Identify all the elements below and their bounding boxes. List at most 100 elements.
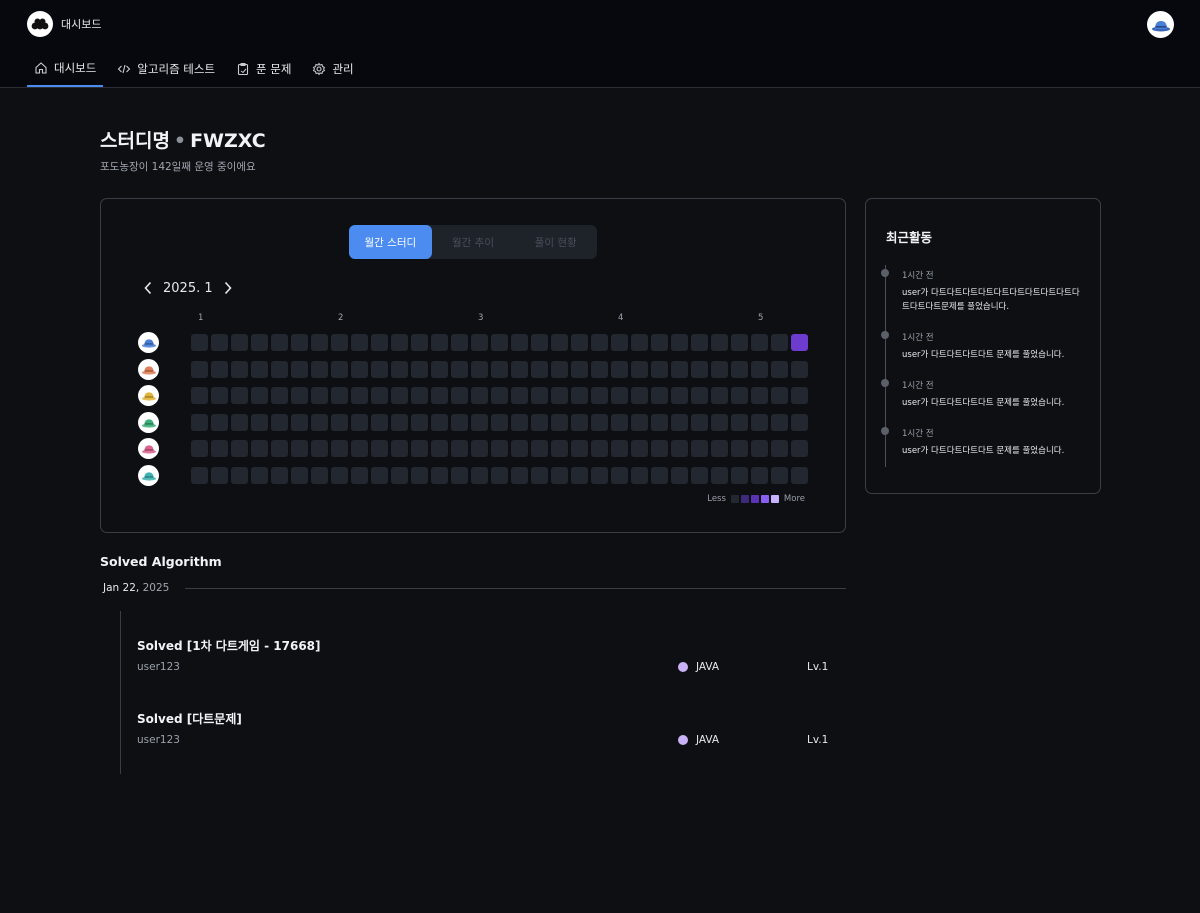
nav-dashboard[interactable]: 대시보드	[27, 50, 104, 87]
heatmap-cell[interactable]	[391, 387, 408, 404]
nav-solved-problems[interactable]: 푼 문제	[229, 50, 298, 87]
heatmap-cell[interactable]	[411, 334, 428, 351]
heatmap-cell[interactable]	[291, 440, 308, 457]
heatmap-cell[interactable]	[651, 360, 668, 378]
brand[interactable]: 대시보드	[27, 11, 101, 37]
heatmap-cell[interactable]	[271, 334, 288, 351]
heatmap-cell[interactable]	[771, 360, 788, 378]
heatmap-cell[interactable]	[511, 440, 528, 457]
heatmap-cell[interactable]	[191, 387, 208, 404]
heatmap-cell[interactable]	[411, 413, 428, 431]
heatmap-cell[interactable]	[551, 466, 568, 484]
heatmap-cell[interactable]	[191, 334, 208, 351]
heatmap-cell[interactable]	[391, 413, 408, 431]
heatmap-cell[interactable]	[491, 360, 508, 378]
heatmap-cell[interactable]	[791, 387, 808, 404]
heatmap-cell[interactable]	[491, 334, 508, 351]
heatmap-cell[interactable]	[231, 334, 248, 351]
heatmap-cell[interactable]	[551, 387, 568, 404]
heatmap-cell[interactable]	[271, 413, 288, 431]
heatmap-cell[interactable]	[311, 334, 328, 351]
heatmap-cell[interactable]	[231, 413, 248, 431]
heatmap-cell[interactable]	[751, 440, 768, 457]
heatmap-cell[interactable]	[231, 466, 248, 484]
heatmap-cell[interactable]	[531, 440, 548, 457]
heatmap-cell[interactable]	[211, 360, 228, 378]
heatmap-cell[interactable]	[531, 466, 548, 484]
heatmap-cell[interactable]	[471, 466, 488, 484]
heatmap-cell[interactable]	[271, 387, 288, 404]
heatmap-cell[interactable]	[391, 334, 408, 351]
heatmap-cell[interactable]	[331, 360, 348, 378]
heatmap-cell[interactable]	[371, 466, 388, 484]
heatmap-cell[interactable]	[691, 334, 708, 351]
heatmap-cell[interactable]	[231, 360, 248, 378]
prev-month-icon[interactable]	[141, 279, 155, 297]
heatmap-cell[interactable]	[571, 334, 588, 351]
heatmap-cell[interactable]	[611, 413, 628, 431]
heatmap-cell[interactable]	[531, 387, 548, 404]
heatmap-cell[interactable]	[711, 387, 728, 404]
heatmap-cell[interactable]	[651, 440, 668, 457]
heatmap-cell[interactable]	[571, 387, 588, 404]
heatmap-cell[interactable]	[771, 387, 788, 404]
heatmap-cell[interactable]	[371, 334, 388, 351]
heatmap-cell[interactable]	[371, 387, 388, 404]
heatmap-cell[interactable]	[691, 387, 708, 404]
heatmap-cell[interactable]	[771, 466, 788, 484]
heatmap-cell[interactable]	[591, 413, 608, 431]
heatmap-cell[interactable]	[351, 440, 368, 457]
heatmap-cell[interactable]	[671, 334, 688, 351]
heatmap-cell[interactable]	[351, 466, 368, 484]
heatmap-cell[interactable]	[691, 413, 708, 431]
heatmap-cell[interactable]	[751, 466, 768, 484]
heatmap-cell[interactable]	[511, 360, 528, 378]
heatmap-cell[interactable]	[651, 413, 668, 431]
heatmap-cell[interactable]	[671, 360, 688, 378]
heatmap-cell[interactable]	[291, 334, 308, 351]
heatmap-cell[interactable]	[251, 387, 268, 404]
heatmap-cell[interactable]	[571, 413, 588, 431]
heatmap-cell[interactable]	[431, 360, 448, 378]
heatmap-cell[interactable]	[671, 466, 688, 484]
tab-monthly-trend[interactable]: 월간 추이	[432, 225, 515, 259]
heatmap-cell[interactable]	[611, 360, 628, 378]
heatmap-cell[interactable]	[211, 440, 228, 457]
heatmap-cell[interactable]	[671, 440, 688, 457]
heatmap-cell[interactable]	[591, 466, 608, 484]
heatmap-cell[interactable]	[511, 334, 528, 351]
heatmap-cell[interactable]	[411, 466, 428, 484]
heatmap-cell[interactable]	[451, 334, 468, 351]
heatmap-cell[interactable]	[631, 466, 648, 484]
heatmap-cell[interactable]	[731, 440, 748, 457]
heatmap-cell[interactable]	[271, 440, 288, 457]
nav-algorithm-test[interactable]: 알고리즘 테스트	[110, 50, 222, 87]
heatmap-cell[interactable]	[771, 413, 788, 431]
heatmap-cell[interactable]	[231, 440, 248, 457]
member-avatar[interactable]	[138, 385, 159, 406]
heatmap-cell[interactable]	[551, 360, 568, 378]
heatmap-cell[interactable]	[391, 360, 408, 378]
heatmap-cell[interactable]	[631, 334, 648, 351]
heatmap-cell[interactable]	[351, 334, 368, 351]
heatmap-cell[interactable]	[671, 387, 688, 404]
heatmap-cell[interactable]	[711, 334, 728, 351]
member-avatar[interactable]	[138, 332, 159, 353]
heatmap-cell[interactable]	[331, 334, 348, 351]
heatmap-cell[interactable]	[711, 360, 728, 378]
solved-title[interactable]: Solved [1차 다트게임 - 17668]	[137, 637, 837, 654]
heatmap-cell[interactable]	[331, 387, 348, 404]
heatmap-cell[interactable]	[631, 413, 648, 431]
heatmap-cell[interactable]	[511, 466, 528, 484]
heatmap-cell[interactable]	[611, 466, 628, 484]
heatmap-cell[interactable]	[331, 413, 348, 431]
heatmap-cell[interactable]	[571, 440, 588, 457]
heatmap-cell[interactable]	[791, 360, 808, 378]
heatmap-cell[interactable]	[751, 360, 768, 378]
tab-solving-status[interactable]: 풀이 현황	[514, 225, 597, 259]
member-avatar[interactable]	[138, 411, 159, 433]
heatmap-cell[interactable]	[291, 466, 308, 484]
heatmap-cell[interactable]	[691, 360, 708, 378]
heatmap-cell[interactable]	[471, 387, 488, 404]
heatmap-cell[interactable]	[331, 466, 348, 484]
